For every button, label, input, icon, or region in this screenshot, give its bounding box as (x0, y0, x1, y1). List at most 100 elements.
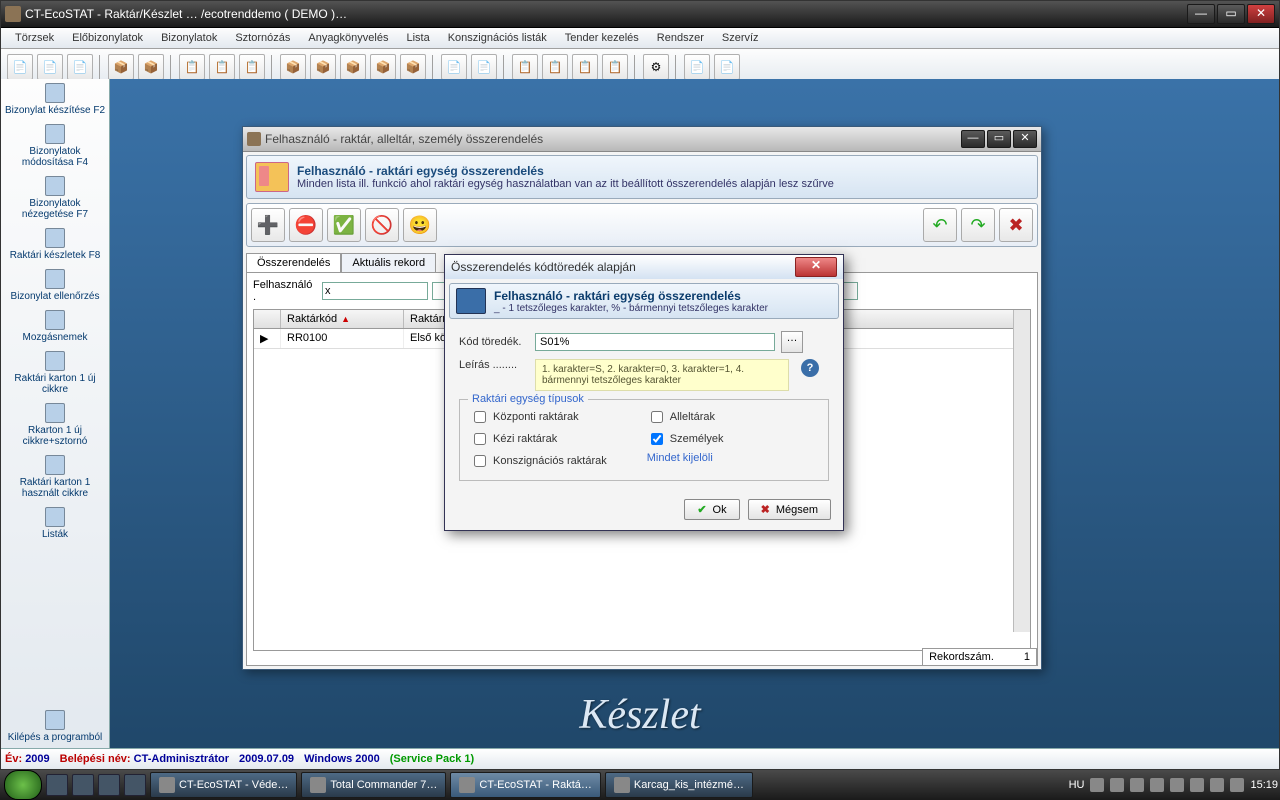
tab-current-record[interactable]: Aktuális rekord (341, 253, 436, 273)
ok-button[interactable]: ✔Ok (684, 499, 739, 520)
redo-button[interactable]: ↷ (961, 208, 995, 242)
toolbar-button[interactable]: 📋 (239, 54, 265, 80)
taskbar-item[interactable]: CT-EcoSTAT - Véde… (150, 772, 297, 798)
sidebar-item[interactable]: Bizonylat ellenőrzés (1, 265, 109, 306)
taskbar-item[interactable]: CT-EcoSTAT - Raktá… (450, 772, 600, 798)
child-close[interactable]: ✕ (1013, 130, 1037, 148)
sidebar-item[interactable]: Bizonylatok nézegetése F7 (1, 172, 109, 224)
menu-item[interactable]: Törzsek (7, 30, 62, 46)
menu-item[interactable]: Bizonylatok (153, 30, 225, 46)
tray-icon[interactable] (1190, 778, 1204, 792)
sidebar-item[interactable]: Rkarton 1 új cikkre+sztornó (1, 399, 109, 451)
menu-item[interactable]: Rendszer (649, 30, 712, 46)
menu-item[interactable]: Tender kezelés (557, 30, 647, 46)
child-minimize[interactable]: — (961, 130, 985, 148)
maximize-button[interactable]: ▭ (1217, 4, 1245, 24)
sidebar-item[interactable]: Bizonylat készítése F2 (1, 79, 109, 120)
tab-assignment[interactable]: Összerendelés (246, 253, 341, 273)
check-kezi[interactable]: Kézi raktárak (470, 430, 607, 448)
toolbar-button[interactable]: 📋 (179, 54, 205, 80)
start-button[interactable] (4, 770, 42, 800)
toolbar-button[interactable]: 📄 (7, 54, 33, 80)
exit-button[interactable]: Kilépés a programból (1, 706, 109, 747)
close-action-button[interactable]: ✖ (999, 208, 1033, 242)
toolbar-button[interactable]: 📄 (67, 54, 93, 80)
quicklaunch-icon[interactable] (46, 774, 68, 796)
menu-item[interactable]: Sztornózás (227, 30, 298, 46)
tray-icon[interactable] (1170, 778, 1184, 792)
lang-indicator[interactable]: HU (1069, 779, 1085, 791)
dialog-close-button[interactable]: ✕ (795, 257, 837, 277)
toolbar-button[interactable]: 📦 (370, 54, 396, 80)
close-button[interactable]: ✕ (1247, 4, 1275, 24)
quicklaunch-icon[interactable] (72, 774, 94, 796)
banner-subtitle: Minden lista ill. funkció ahol raktári e… (297, 178, 834, 190)
sidebar-item[interactable]: Raktári készletek F8 (1, 224, 109, 265)
toolbar-button[interactable]: 📦 (310, 54, 336, 80)
remove-button[interactable]: ⛔ (289, 208, 323, 242)
check-kozponti[interactable]: Központi raktárak (470, 408, 607, 426)
child-maximize[interactable]: ▭ (987, 130, 1011, 148)
sidebar-item[interactable]: Raktári karton 1 használt cikkre (1, 451, 109, 503)
sidebar-item[interactable]: Bizonylatok módosítása F4 (1, 120, 109, 172)
toolbar-button[interactable]: 📄 (441, 54, 467, 80)
toolbar-button[interactable]: 📄 (471, 54, 497, 80)
help-icon[interactable]: ? (801, 359, 819, 377)
toolbar-button[interactable]: 📦 (400, 54, 426, 80)
box-icon (45, 228, 65, 248)
vertical-scrollbar[interactable] (1013, 310, 1030, 632)
taskbar-item[interactable]: Total Commander 7… (301, 772, 446, 798)
cancel-button[interactable]: ✖Mégsem (748, 499, 831, 520)
sidebar-item[interactable]: Mozgásnemek (1, 306, 109, 347)
tray-icon[interactable] (1150, 778, 1164, 792)
toolbar-button[interactable]: 📋 (542, 54, 568, 80)
forbid-button[interactable]: 🚫 (365, 208, 399, 242)
banner-title: Felhasználó - raktári egység összerendel… (297, 164, 834, 178)
sidebar-item[interactable]: Raktári karton 1 új cikkre (1, 347, 109, 399)
menu-item[interactable]: Anyagkönyvelés (300, 30, 396, 46)
col-header-code[interactable]: Raktárkód▲ (281, 310, 404, 328)
tray-icon[interactable] (1130, 778, 1144, 792)
toolbar-button[interactable]: ⚙ (643, 54, 669, 80)
taskbar-item[interactable]: Karcag_kis_intézmé… (605, 772, 753, 798)
doc-icon (45, 83, 65, 103)
tray-icon[interactable] (1210, 778, 1224, 792)
quicklaunch-icon[interactable] (124, 774, 146, 796)
toolbar-button[interactable]: 📦 (138, 54, 164, 80)
toolbar-button[interactable]: 📋 (572, 54, 598, 80)
toolbar-button[interactable]: 📦 (108, 54, 134, 80)
sb-user: CT-Adminisztrátor (134, 753, 229, 765)
browse-button[interactable]: … (781, 331, 803, 353)
select-all-link[interactable]: Mindet kijelöli (647, 452, 724, 464)
toolbar-button[interactable]: 📦 (280, 54, 306, 80)
toolbar-button[interactable]: 📄 (37, 54, 63, 80)
menu-item[interactable]: Lista (398, 30, 437, 46)
tray-icon[interactable] (1090, 778, 1104, 792)
menubar: Törzsek Előbizonylatok Bizonylatok Sztor… (1, 28, 1279, 49)
quicklaunch-icon[interactable] (98, 774, 120, 796)
filter-input[interactable] (322, 282, 428, 300)
check-szemelyek[interactable]: Személyek (647, 430, 724, 448)
add-button[interactable]: ➕ (251, 208, 285, 242)
finder-button[interactable]: 😀 (403, 208, 437, 242)
toolbar-button[interactable]: 📄 (684, 54, 710, 80)
menu-item[interactable]: Konszignációs listák (440, 30, 555, 46)
undo-button[interactable]: ↶ (923, 208, 957, 242)
volume-icon[interactable] (1230, 778, 1244, 792)
check-button[interactable]: ✅ (327, 208, 361, 242)
minimize-button[interactable]: — (1187, 4, 1215, 24)
menu-item[interactable]: Szervíz (714, 30, 767, 46)
toolbar-button[interactable]: 📋 (602, 54, 628, 80)
toolbar-button[interactable]: 📦 (340, 54, 366, 80)
doc-icon (45, 124, 65, 144)
check-alleltarak[interactable]: Alleltárak (647, 408, 724, 426)
toolbar-button[interactable]: 📋 (209, 54, 235, 80)
toolbar-button[interactable]: 📋 (512, 54, 538, 80)
check-konszig[interactable]: Konszignációs raktárak (470, 452, 607, 470)
tray-icon[interactable] (1110, 778, 1124, 792)
sidebar-item[interactable]: Listák (1, 503, 109, 544)
code-fragment-input[interactable] (535, 333, 775, 351)
menu-item[interactable]: Előbizonylatok (64, 30, 151, 46)
clock[interactable]: 15:19 (1250, 779, 1278, 791)
toolbar-button[interactable]: 📄 (714, 54, 740, 80)
